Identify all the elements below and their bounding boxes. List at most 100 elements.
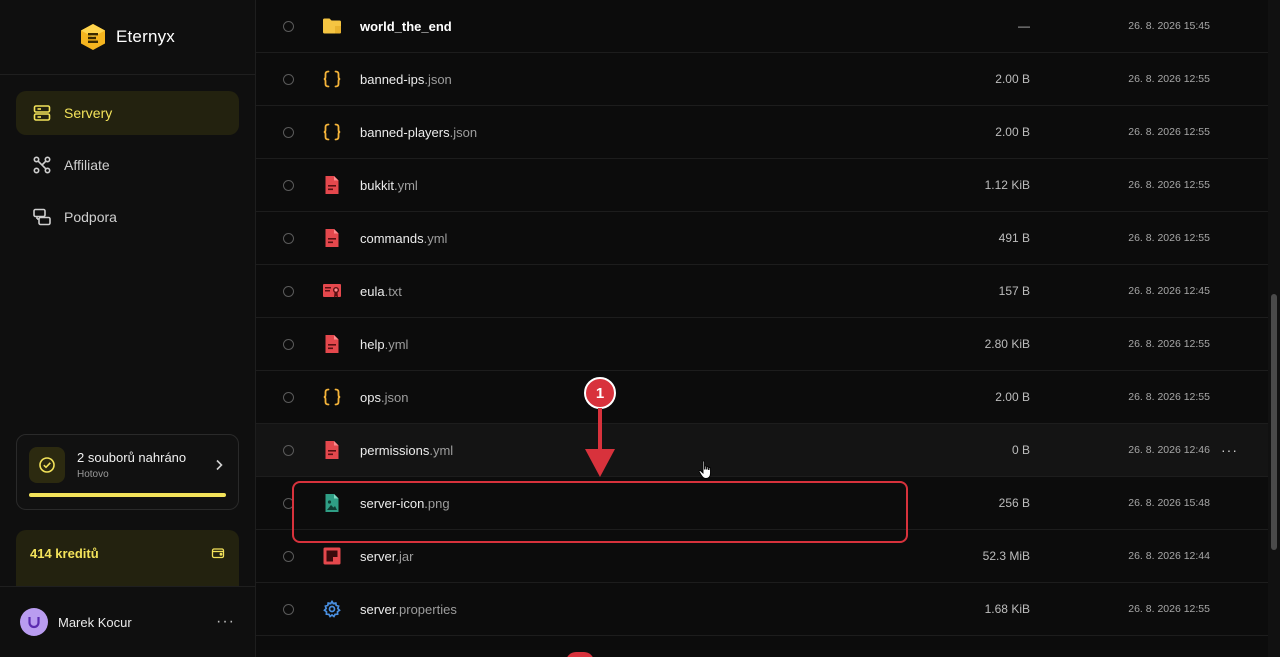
file-modified-date: 26. 8. 2026 15:48 — [1128, 497, 1210, 509]
file-row[interactable]: world_the_end — 26. 8. 2026 15:45 — [256, 0, 1268, 53]
file-name-base: commands — [360, 230, 424, 246]
file-row[interactable]: permissions.yml 0 B 26. 8. 2026 12:46 ··· — [256, 424, 1268, 477]
row-select-radio[interactable] — [283, 603, 294, 615]
file-list: world_the_end — 26. 8. 2026 15:45 banned-ip… — [256, 0, 1268, 657]
jar-file-icon — [322, 546, 342, 566]
file-name[interactable]: help.yml — [360, 337, 408, 352]
row-select-radio[interactable] — [283, 73, 294, 85]
file-row[interactable]: help.yml 2.80 KiB 26. 8. 2026 12:55 — [256, 318, 1268, 371]
file-name-extension: .jar — [395, 548, 414, 564]
yml-file-icon — [322, 334, 342, 354]
file-name-extension: .yml — [393, 177, 418, 193]
user-menu-button[interactable]: ··· — [216, 613, 235, 631]
row-select-radio[interactable] — [283, 232, 294, 244]
file-name-extension: .yml — [384, 336, 409, 352]
json-icon — [322, 387, 342, 407]
nav-item-podpora[interactable]: Podpora — [16, 195, 239, 239]
annotation-arrow-shaft — [598, 408, 602, 452]
file-name-extension: .json — [424, 71, 452, 87]
file-modified-date: 26. 8. 2026 15:45 — [1128, 20, 1210, 32]
file-name[interactable]: permissions.yml — [360, 443, 453, 458]
row-select-radio[interactable] — [283, 126, 294, 138]
chevron-right-icon[interactable] — [212, 458, 226, 472]
file-name-base: permissions — [360, 442, 430, 458]
file-name-base: server — [360, 601, 396, 617]
wallet-icon[interactable] — [211, 546, 225, 560]
file-modified-date: 26. 8. 2026 12:55 — [1128, 603, 1210, 615]
file-modified-date: 26. 8. 2026 12:44 — [1128, 550, 1210, 562]
chat-icon — [33, 208, 51, 226]
row-select-radio[interactable] — [283, 285, 294, 297]
yml-file-icon — [322, 175, 342, 195]
nav-item-servery[interactable]: Servery — [16, 91, 239, 135]
brand[interactable]: Eternyx — [0, 0, 255, 75]
file-size: — — [1018, 19, 1030, 33]
affiliate-icon — [33, 156, 51, 174]
row-actions-button[interactable]: ··· — [1221, 442, 1238, 458]
annotation-arrow-head — [585, 449, 615, 477]
row-select-radio[interactable] — [283, 20, 294, 32]
file-name[interactable]: commands.yml — [360, 231, 447, 246]
file-name-extension: .yml — [423, 230, 448, 246]
yml-file-icon — [322, 228, 342, 248]
scrollbar-thumb[interactable] — [1271, 294, 1277, 550]
file-row[interactable]: commands.yml 491 B 26. 8. 2026 12:55 — [256, 212, 1268, 265]
file-modified-date: 26. 8. 2026 12:45 — [1128, 285, 1210, 297]
json-icon — [322, 69, 342, 89]
upload-title: 2 souborů nahráno — [77, 450, 187, 465]
file-name[interactable]: eula.txt — [360, 284, 402, 299]
file-name[interactable]: server.properties — [360, 602, 457, 617]
file-row[interactable]: banned-players.json 2.00 B 26. 8. 2026 12:… — [256, 106, 1268, 159]
file-name[interactable]: world_the_end — [360, 19, 452, 34]
file-name[interactable]: bukkit.yml — [360, 178, 418, 193]
row-select-radio[interactable] — [283, 550, 294, 562]
file-modified-date: 26. 8. 2026 12:55 — [1128, 73, 1210, 85]
main-nav: Servery Affiliate Podpora — [0, 75, 255, 239]
file-name-base: ops — [360, 389, 381, 405]
file-row[interactable]: ops.json 2.00 B 26. 8. 2026 12:55 — [256, 371, 1268, 424]
file-size: 2.00 B — [995, 72, 1030, 86]
file-name-extension: .properties — [395, 601, 457, 617]
avatar[interactable] — [20, 608, 48, 636]
file-name-base: help — [360, 336, 385, 352]
file-name[interactable]: banned-ips.json — [360, 72, 452, 87]
file-size: 2.00 B — [995, 125, 1030, 139]
file-name[interactable]: ops.json — [360, 390, 408, 405]
scrollbar[interactable] — [1268, 0, 1280, 657]
file-size: 0 B — [1011, 443, 1030, 457]
file-size: 2.00 B — [995, 390, 1030, 404]
upload-status-card[interactable]: 2 souborů nahráno Hotovo — [16, 434, 239, 510]
user-bar[interactable]: Marek Kocur ··· — [0, 586, 255, 657]
file-row[interactable]: banned-ips.json 2.00 B 26. 8. 2026 12:55 — [256, 53, 1268, 106]
credits-card[interactable]: 414 kreditů — [16, 530, 239, 586]
file-name-extension: .txt — [384, 283, 402, 299]
file-row[interactable]: server.properties 1.68 KiB 26. 8. 2026 12:… — [256, 583, 1268, 636]
file-name-extension: .yml — [429, 442, 454, 458]
user-name: Marek Kocur — [58, 614, 132, 630]
row-select-radio[interactable] — [283, 338, 294, 350]
row-select-radio[interactable] — [283, 444, 294, 456]
step-badge: 1 — [584, 377, 616, 409]
file-name[interactable]: server.jar — [360, 549, 413, 564]
nav-item-affiliate[interactable]: Affiliate — [16, 143, 239, 187]
nav-label: Servery — [64, 105, 113, 121]
file-size: 52.3 MiB — [982, 549, 1030, 563]
file-modified-date: 26. 8. 2026 12:55 — [1128, 338, 1210, 350]
file-name[interactable]: banned-players.json — [360, 125, 477, 140]
file-name-base: bukkit — [360, 177, 394, 193]
file-modified-date: 26. 8. 2026 12:46 — [1128, 444, 1210, 456]
file-row[interactable]: eula.txt 157 B 26. 8. 2026 12:45 — [256, 265, 1268, 318]
server-icon — [33, 105, 51, 121]
row-select-radio[interactable] — [283, 391, 294, 403]
row-select-radio[interactable] — [283, 179, 294, 191]
file-size: 1.68 KiB — [984, 602, 1030, 616]
sidebar: Eternyx Servery Affiliate Podpora 2 soub… — [0, 0, 256, 657]
nav-label: Podpora — [64, 209, 117, 225]
upload-progress-fill — [29, 493, 226, 497]
file-size: 256 B — [998, 496, 1030, 510]
credits-label: 414 kreditů — [30, 546, 99, 561]
certificate-icon — [322, 281, 342, 301]
file-name-extension: .json — [449, 124, 478, 140]
file-row[interactable]: bukkit.yml 1.12 KiB 26. 8. 2026 12:55 — [256, 159, 1268, 212]
yml-file-icon — [322, 440, 342, 460]
